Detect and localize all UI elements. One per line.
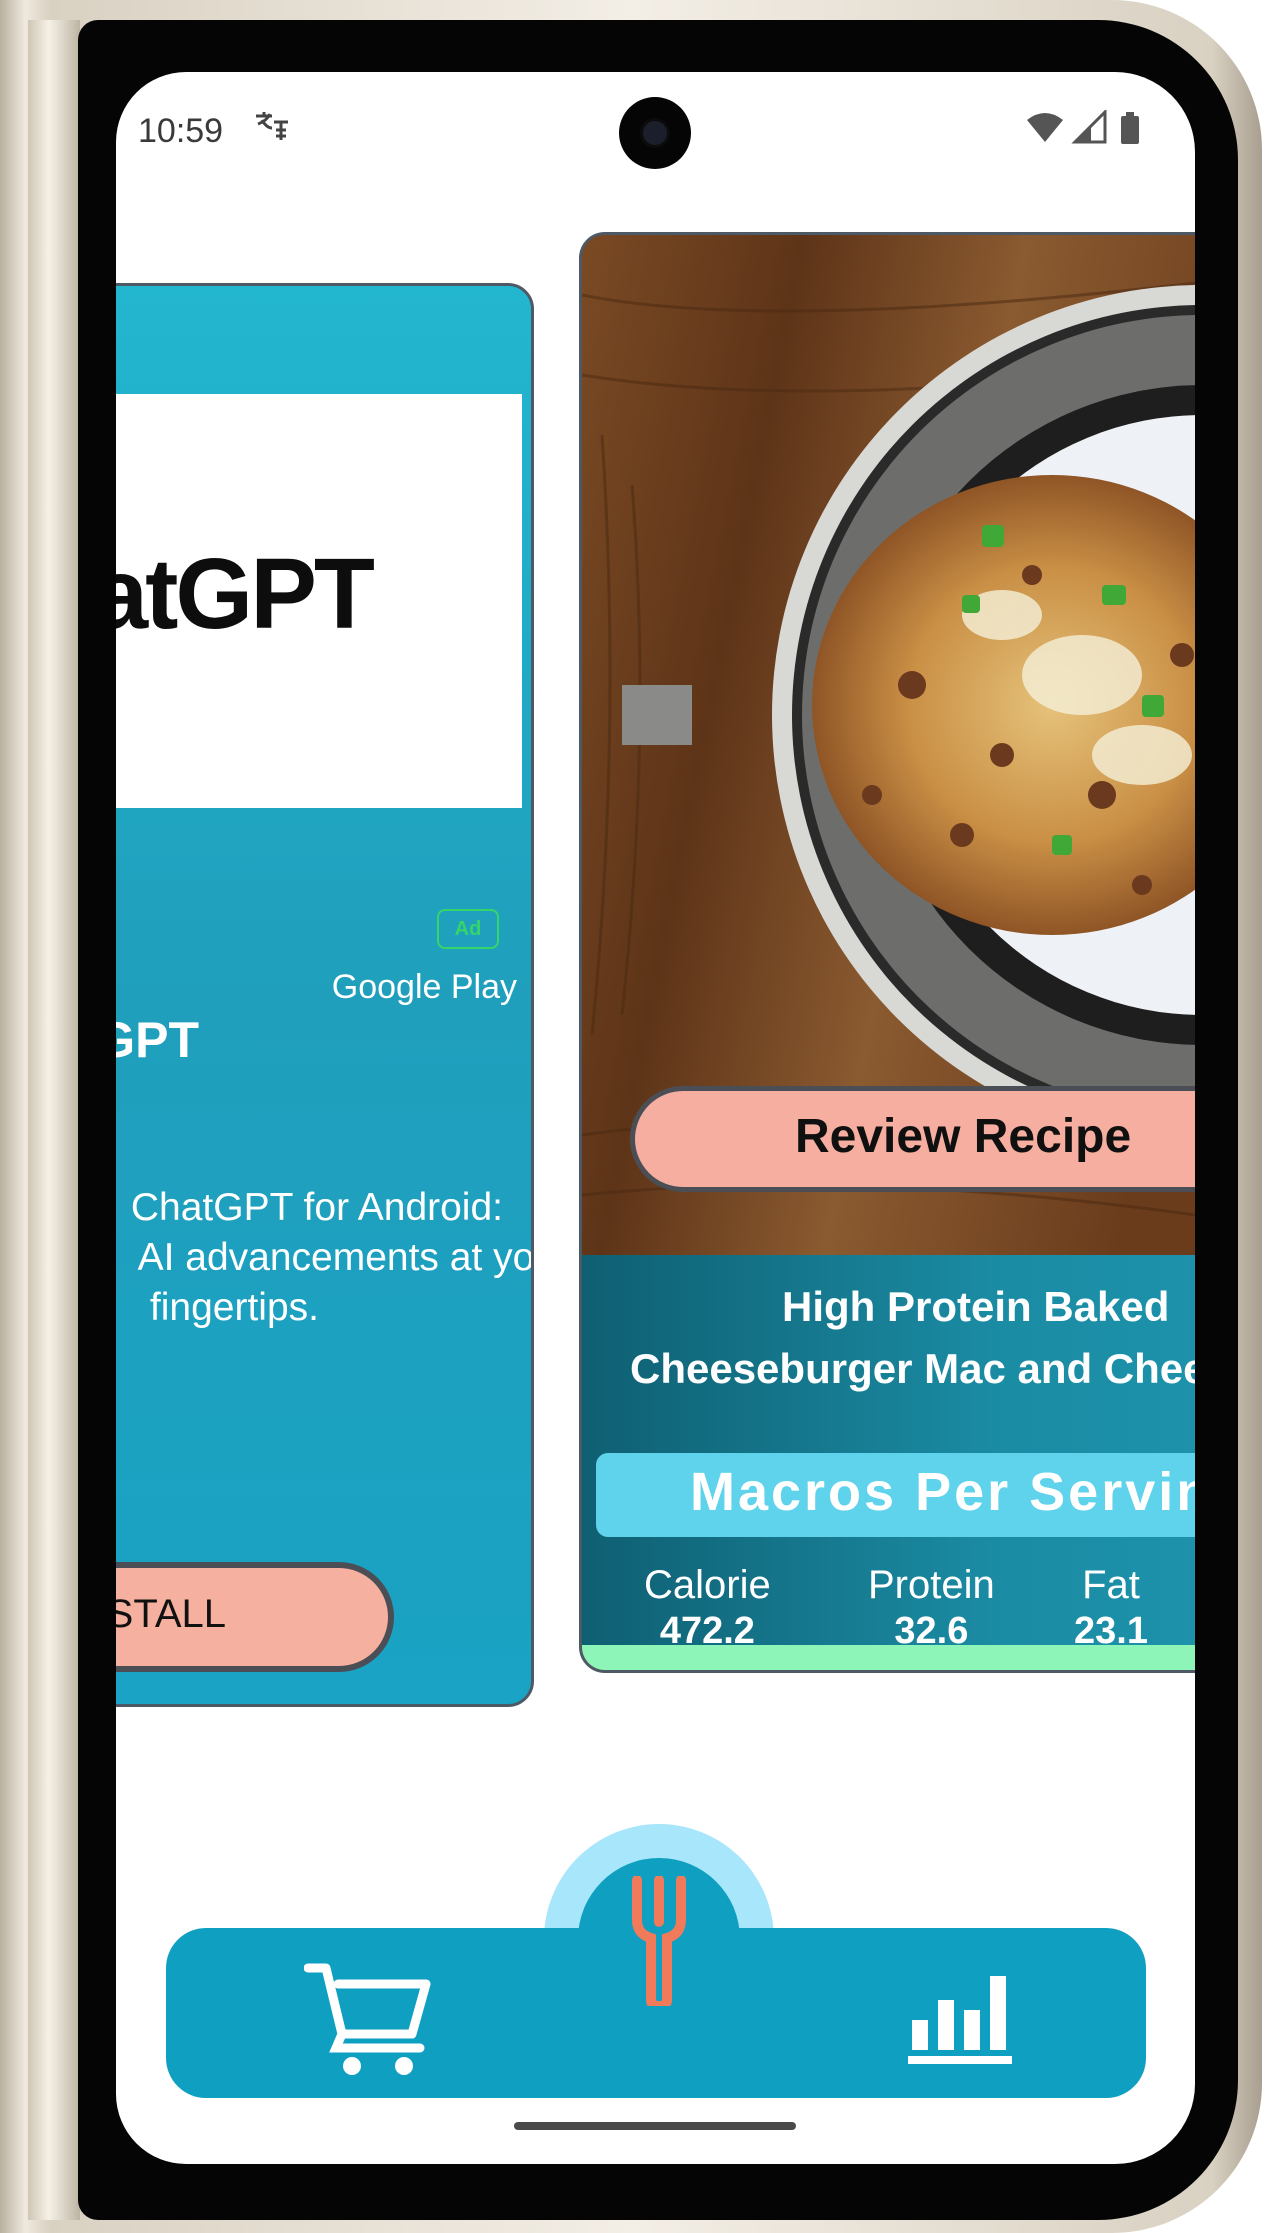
macro-fat: Fat 23.1 [1074, 1563, 1148, 1653]
ad-banner: ChatGPT [116, 394, 522, 808]
install-label: INSTALL [116, 1592, 226, 1636]
card-accent-strip [582, 1645, 1195, 1670]
macros-label: Macros Per Serving [690, 1462, 1195, 1522]
macro-protein: Protein 32.6 [868, 1563, 995, 1653]
front-camera [619, 97, 691, 169]
phone-hinge [28, 20, 80, 2220]
macros-bar: Macros Per Serving [596, 1453, 1195, 1537]
macro-calorie: Calorie 472.2 [644, 1563, 771, 1653]
ad-badge: Ad [437, 909, 499, 949]
translate-icon [254, 110, 290, 150]
macro-name: Fat [1082, 1563, 1140, 1607]
ad-description-line: fingertips. [149, 1286, 319, 1329]
macro-name: Calorie [644, 1563, 771, 1607]
recipe-title-line: Cheeseburger Mac and Cheese [630, 1345, 1195, 1392]
home-indicator[interactable] [514, 2122, 796, 2130]
install-button[interactable]: INSTALL [116, 1562, 394, 1672]
recipe-title-line: High Protein Baked [782, 1283, 1170, 1330]
status-icons [1025, 108, 1155, 150]
ad-title: ChatGPT [116, 1012, 199, 1068]
fork-icon[interactable] [629, 1876, 689, 2006]
cart-icon[interactable] [304, 1960, 434, 2078]
screen: 10:59 ChatGPT Ad Google Play ChatGPT Cha… [116, 72, 1195, 2164]
battery-icon [1121, 112, 1139, 144]
ad-logo-text: ChatGPT [116, 538, 375, 650]
cellular-icon [1071, 108, 1107, 144]
review-recipe-button[interactable]: Review Recipe [630, 1086, 1195, 1192]
review-recipe-label: Review Recipe [795, 1110, 1132, 1163]
ad-card[interactable]: ChatGPT Ad Google Play ChatGPT ChatGPT f… [116, 283, 534, 1707]
ad-source: Google Play [331, 968, 517, 1006]
recipe-card[interactable]: Review Recipe High Protein Baked Cheeseb… [579, 232, 1195, 1673]
ad-description-line: ChatGPT for Android: [130, 1186, 503, 1229]
status-time: 10:59 [138, 112, 224, 150]
bar-chart-icon[interactable] [906, 1968, 1016, 2068]
wifi-icon [1027, 113, 1063, 142]
ad-description-line: AI advancements at your [137, 1236, 534, 1279]
recipe-info: High Protein Baked Cheeseburger Mac and … [582, 1255, 1195, 1652]
macro-name: Protein [868, 1563, 995, 1607]
